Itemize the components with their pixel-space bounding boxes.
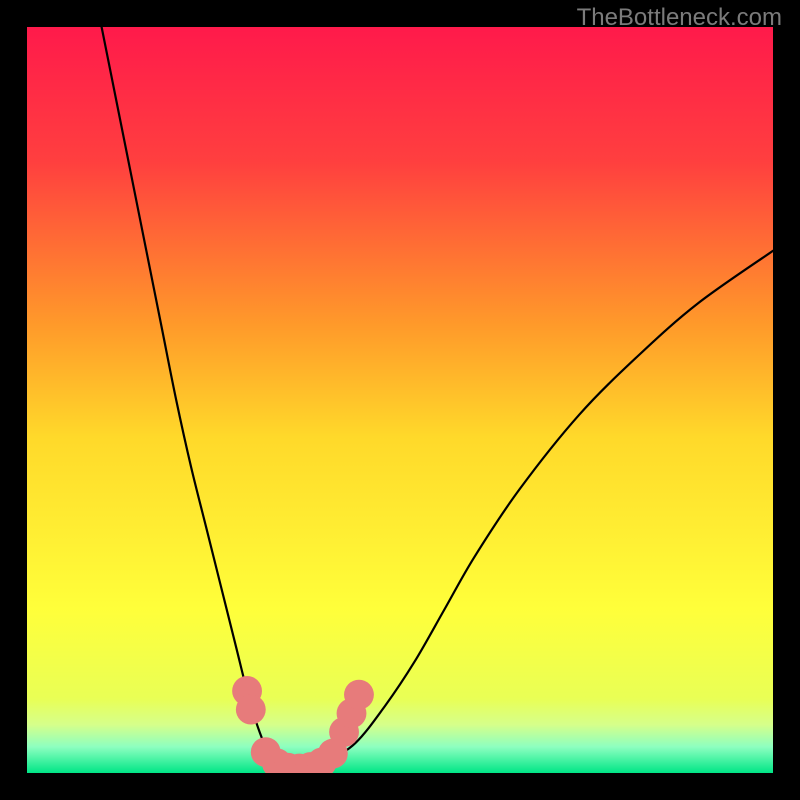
- chart-svg: [27, 27, 773, 773]
- gradient-background: [27, 27, 773, 773]
- watermark-text: TheBottleneck.com: [577, 4, 782, 32]
- chart-plot-area: [27, 27, 773, 773]
- chart-frame: TheBottleneck.com: [0, 0, 800, 800]
- marker-dot: [236, 695, 266, 725]
- marker-dot: [344, 680, 374, 710]
